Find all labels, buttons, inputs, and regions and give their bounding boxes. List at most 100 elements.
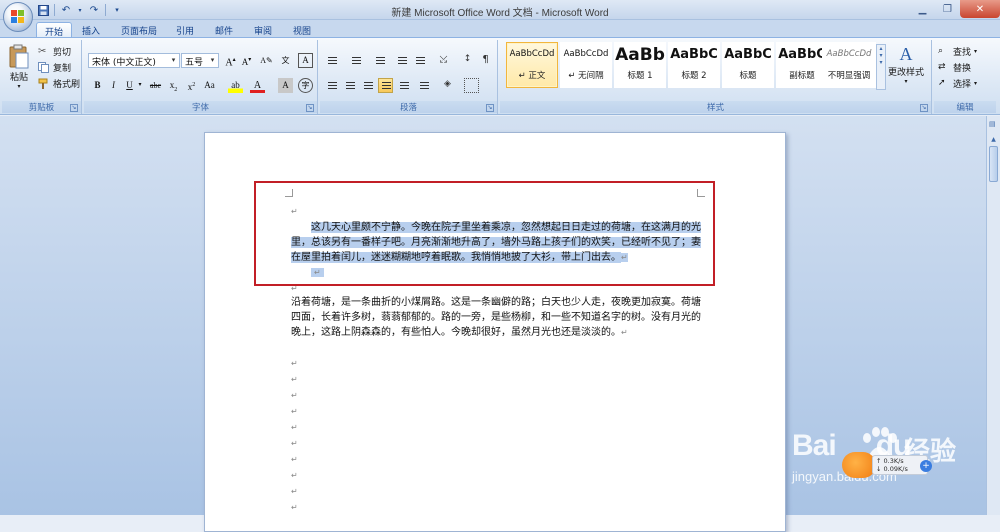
paragraph-mark: ↵ <box>291 359 298 368</box>
font-color-icon[interactable]: A <box>250 78 265 93</box>
close-icon[interactable]: ✕ <box>960 0 1000 18</box>
font-launcher-icon[interactable]: ↘ <box>306 104 314 112</box>
style-subtitle[interactable]: AaBbC 副标题 <box>776 42 828 88</box>
style-name: 标题 1 <box>627 71 653 81</box>
shrink-font-icon[interactable]: A▾ <box>239 53 254 68</box>
format-painter-button[interactable]: 格式刷 <box>38 77 80 90</box>
paragraph-mark: ↵ <box>291 439 298 448</box>
copy-button[interactable]: 复制 <box>38 61 71 74</box>
scroll-up-icon[interactable]: ▲ <box>989 136 998 145</box>
paragraph-mark: ↵ <box>621 328 628 337</box>
change-case-icon[interactable]: Aa <box>202 78 217 93</box>
speed-ball-icon <box>842 452 876 478</box>
change-styles-button[interactable]: A 更改样式 ▾ <box>888 44 924 85</box>
styles-launcher-icon[interactable]: ↘ <box>920 104 928 112</box>
replace-button[interactable]: ⇄ 替换 <box>938 61 971 75</box>
copy-label: 复制 <box>53 64 72 74</box>
ruler-toggle-icon[interactable]: ▤ <box>989 120 998 132</box>
plus-icon[interactable]: + <box>920 460 932 472</box>
find-label: 查找 <box>953 48 972 58</box>
binoculars-icon: ⌕ <box>938 45 944 56</box>
change-styles-icon: A <box>899 44 913 64</box>
font-group: 宋体 (中文正文) ▾ 五号 ▾ A▴ A▾ A✎ 文 A B I U ▾ ab… <box>84 40 318 114</box>
paragraph-mark: ↵ <box>291 407 298 416</box>
distributed-icon[interactable] <box>396 78 411 93</box>
quick-styles-gallery: AaBbCcDd ↵ 正文 AaBbCcDd ↵ 无间隔 AaBb 标题 1 A… <box>504 42 884 92</box>
align-right-icon[interactable] <box>360 78 375 93</box>
clear-formatting-icon[interactable]: A✎ <box>259 53 274 68</box>
character-border-icon[interactable]: A <box>298 53 313 68</box>
bullets-icon[interactable] <box>324 53 339 68</box>
font-group-label: 字体 <box>84 101 317 113</box>
paste-button[interactable]: 粘贴 ▾ <box>8 44 30 90</box>
cut-button[interactable]: ✂ 剪切 <box>38 45 72 59</box>
paragraph-launcher-icon[interactable]: ↘ <box>486 104 494 112</box>
tab-references[interactable]: 引用 <box>168 22 202 38</box>
justify-icon[interactable] <box>378 78 393 93</box>
decrease-indent-icon[interactable] <box>394 53 409 68</box>
align-left-icon[interactable] <box>324 78 339 93</box>
superscript-icon[interactable]: x2 <box>184 78 199 93</box>
download-speed: ↓ 0.09K/s <box>876 465 908 473</box>
style-heading-1[interactable]: AaBb 标题 1 <box>614 42 666 88</box>
align-center-icon[interactable] <box>342 78 357 93</box>
format-painter-label: 格式刷 <box>53 80 81 90</box>
styles-scroll[interactable]: ▴ ▾ ▾ <box>876 44 886 90</box>
clipboard-launcher-icon[interactable]: ↘ <box>70 104 78 112</box>
upload-speed: ↑ 0.3K/s <box>876 457 904 465</box>
vertical-scrollbar[interactable]: ▤ ▲ <box>986 116 1000 515</box>
ribbon: 粘贴 ▾ ✂ 剪切 复制 格式刷 剪贴板 ↘ 宋体 (中文正文) ▾ 五号 ▾ … <box>0 37 1000 115</box>
style-heading-2[interactable]: AaBbC 标题 2 <box>668 42 720 88</box>
tab-view[interactable]: 视图 <box>285 22 319 38</box>
paragraph-2[interactable]: 沿着荷塘，是一条曲折的小煤屑路。这是一条幽僻的路；白天也少人走，夜晚更加寂寞。荷… <box>291 295 701 340</box>
scroll-thumb[interactable] <box>989 146 998 182</box>
show-marks-icon[interactable]: ¶ <box>478 53 493 68</box>
underline-icon[interactable]: U <box>122 78 137 93</box>
asian-layout-icon[interactable]: ⤩ <box>436 53 451 68</box>
multilevel-list-icon[interactable] <box>372 53 387 68</box>
style-no-spacing[interactable]: AaBbCcDd ↵ 无间隔 <box>560 42 612 88</box>
paste-dropdown-icon[interactable]: ▾ <box>17 83 20 90</box>
underline-dropdown-icon[interactable]: ▾ <box>136 78 144 93</box>
font-name-combo[interactable]: 宋体 (中文正文) ▾ <box>88 53 180 68</box>
tab-mailings[interactable]: 邮件 <box>207 22 241 38</box>
scissors-icon: ✂ <box>38 45 47 57</box>
subscript-icon[interactable]: x2 <box>166 78 181 93</box>
network-speed-widget[interactable]: ↑ 0.3K/s ↓ 0.09K/s + <box>842 452 932 478</box>
enclose-characters-icon[interactable]: 字 <box>298 78 313 93</box>
paragraph-text: 沿着荷塘，是一条曲折的小煤屑路。这是一条幽僻的路；白天也少人走，夜晚更加寂寞。荷… <box>291 297 701 338</box>
style-normal[interactable]: AaBbCcDd ↵ 正文 <box>506 42 558 88</box>
find-button[interactable]: ⌕ 查找 ▾ <box>938 45 977 59</box>
font-size-combo[interactable]: 五号 ▾ <box>181 53 219 68</box>
sort-icon[interactable]: ↕ <box>460 53 475 68</box>
line-spacing-icon[interactable] <box>416 78 431 93</box>
style-name: 标题 <box>739 71 757 81</box>
highlight-icon[interactable]: ab <box>228 78 243 93</box>
minimize-icon[interactable]: ▁ <box>910 0 935 18</box>
italic-icon[interactable]: I <box>106 78 121 93</box>
tab-review[interactable]: 审阅 <box>246 22 280 38</box>
select-button[interactable]: ➚ 选择 ▾ <box>938 77 977 91</box>
borders-icon[interactable] <box>464 78 479 93</box>
numbering-icon[interactable] <box>348 53 363 68</box>
tab-home[interactable]: 开始 <box>36 22 73 38</box>
increase-indent-icon[interactable] <box>412 53 427 68</box>
phonetic-guide-icon[interactable]: 文 <box>278 53 293 68</box>
tab-insert[interactable]: 插入 <box>74 22 108 38</box>
tab-page-layout[interactable]: 页面布局 <box>113 22 165 38</box>
shading-icon[interactable]: ◈ <box>440 78 455 93</box>
style-subtle-emphasis[interactable]: AaBbCcDd 不明显强调 <box>822 42 876 88</box>
style-name: ↵ 正文 <box>518 71 546 81</box>
cut-label: 剪切 <box>53 48 72 58</box>
strikethrough-icon[interactable]: abe <box>148 78 163 93</box>
restore-icon[interactable]: ❐ <box>935 0 960 18</box>
bold-icon[interactable]: B <box>90 78 105 93</box>
grow-font-icon[interactable]: A▴ <box>223 53 238 68</box>
style-title[interactable]: AaBbC 标题 <box>722 42 774 88</box>
paragraph-mark: ↵ <box>291 503 298 512</box>
ribbon-tabs: 开始 插入 页面布局 引用 邮件 审阅 视图 <box>0 20 1000 38</box>
office-button[interactable] <box>3 2 33 32</box>
character-shading-icon[interactable]: A <box>278 78 293 93</box>
copy-icon <box>38 61 50 74</box>
window-title: 新建 Microsoft Office Word 文档 - Microsoft … <box>391 8 609 19</box>
